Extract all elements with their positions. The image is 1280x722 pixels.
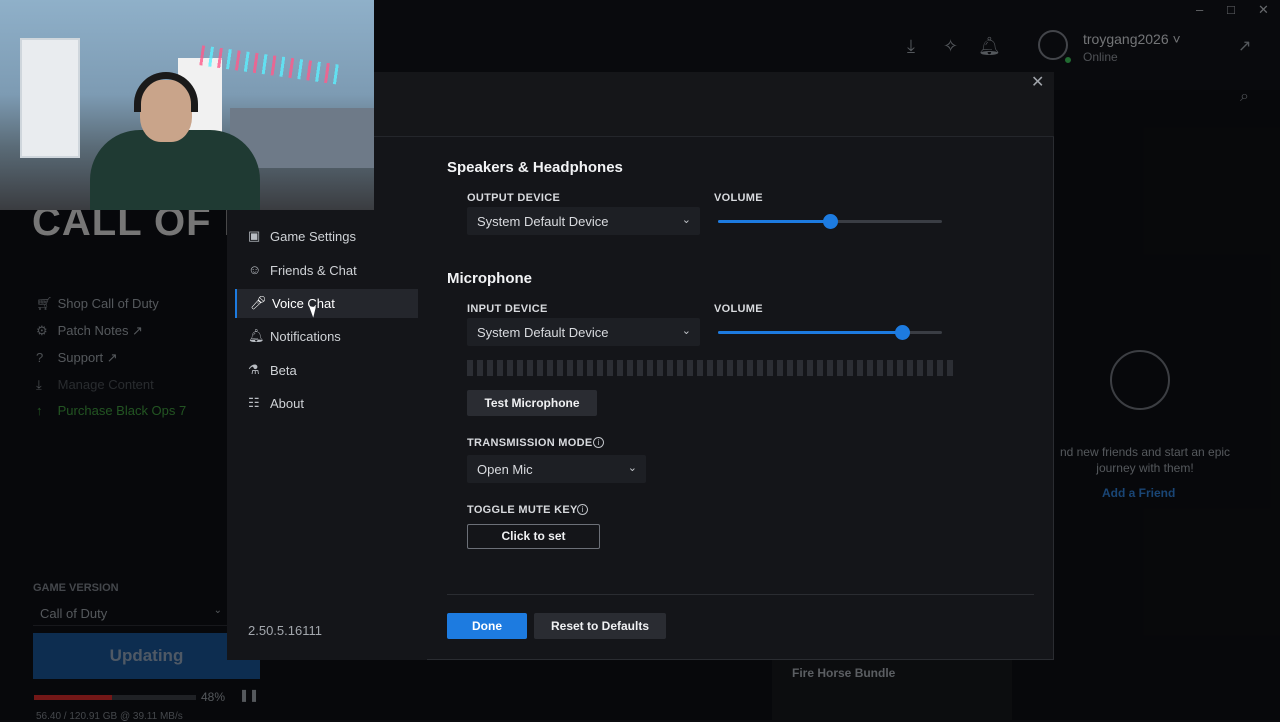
- chevron-down-icon: ⌄: [681, 214, 691, 226]
- nav-label: Game Settings: [270, 229, 356, 244]
- transmission-mode-value: Open Mic: [477, 462, 533, 477]
- friends-icon: ☺: [248, 262, 262, 277]
- chevron-down-icon: ⌄: [627, 462, 637, 474]
- nav-label: Notifications: [270, 329, 341, 344]
- info-icon[interactable]: i: [577, 504, 588, 515]
- settings-nav-friends-chat[interactable]: ☺ Friends & Chat: [235, 256, 418, 285]
- game-settings-icon: ▣: [248, 228, 261, 243]
- settings-nav-game-settings[interactable]: ▣ Game Settings: [235, 222, 418, 251]
- document-icon: ☷: [248, 395, 260, 410]
- test-microphone-button[interactable]: Test Microphone: [467, 390, 597, 416]
- info-icon[interactable]: i: [593, 437, 604, 448]
- microphone-section-title: Microphone: [447, 270, 532, 287]
- webcam-person-body: [90, 130, 260, 210]
- toggle-mute-key-label: TOGGLE MUTE KEY: [467, 504, 578, 516]
- nav-label: Voice Chat: [272, 296, 335, 311]
- output-device-select[interactable]: System Default Device ⌄: [467, 207, 700, 235]
- microphone-icon: 🎤︎: [250, 295, 267, 310]
- settings-nav-notifications[interactable]: 🔔︎ Notifications: [235, 322, 418, 351]
- transmission-mode-select[interactable]: Open Mic ⌄: [467, 455, 646, 483]
- webcam-door: [20, 38, 80, 158]
- input-volume-label: VOLUME: [714, 303, 763, 315]
- app-version: 2.50.5.16111: [248, 623, 322, 638]
- settings-nav-about[interactable]: ☷ About: [235, 389, 418, 418]
- settings-nav-voice-chat[interactable]: 🎤︎ Voice Chat: [235, 289, 418, 318]
- nav-label: Beta: [270, 363, 297, 378]
- input-device-value: System Default Device: [477, 325, 609, 340]
- close-icon[interactable]: ✕: [1031, 72, 1044, 92]
- input-device-select[interactable]: System Default Device ⌄: [467, 318, 700, 346]
- flask-icon: ⚗: [248, 362, 260, 377]
- output-device-value: System Default Device: [477, 214, 609, 229]
- output-volume-slider[interactable]: [718, 214, 942, 229]
- webcam-overlay: [0, 0, 374, 210]
- output-device-label: OUTPUT DEVICE: [467, 192, 561, 204]
- footer-divider: [447, 594, 1034, 595]
- nav-label: Friends & Chat: [270, 263, 357, 278]
- settings-modal-header: [374, 72, 1054, 137]
- input-volume-slider[interactable]: [718, 325, 942, 340]
- toggle-mute-key-button[interactable]: Click to set: [467, 524, 600, 549]
- bell-icon: 🔔︎: [248, 328, 265, 343]
- chevron-down-icon: ⌄: [681, 325, 691, 337]
- microphone-level-meter: [467, 360, 955, 376]
- nav-label: About: [270, 396, 304, 411]
- output-volume-label: VOLUME: [714, 192, 763, 204]
- output-volume-thumb[interactable]: [823, 214, 838, 229]
- reset-to-defaults-button[interactable]: Reset to Defaults: [534, 613, 666, 639]
- output-volume-fill: [718, 220, 830, 223]
- done-button[interactable]: Done: [447, 613, 527, 639]
- input-volume-fill: [718, 331, 902, 334]
- input-device-label: INPUT DEVICE: [467, 303, 548, 315]
- input-volume-thumb[interactable]: [894, 325, 910, 340]
- speakers-section-title: Speakers & Headphones: [447, 159, 623, 176]
- transmission-mode-label: TRANSMISSION MODE: [467, 437, 593, 449]
- settings-nav-beta[interactable]: ⚗ Beta: [235, 356, 418, 385]
